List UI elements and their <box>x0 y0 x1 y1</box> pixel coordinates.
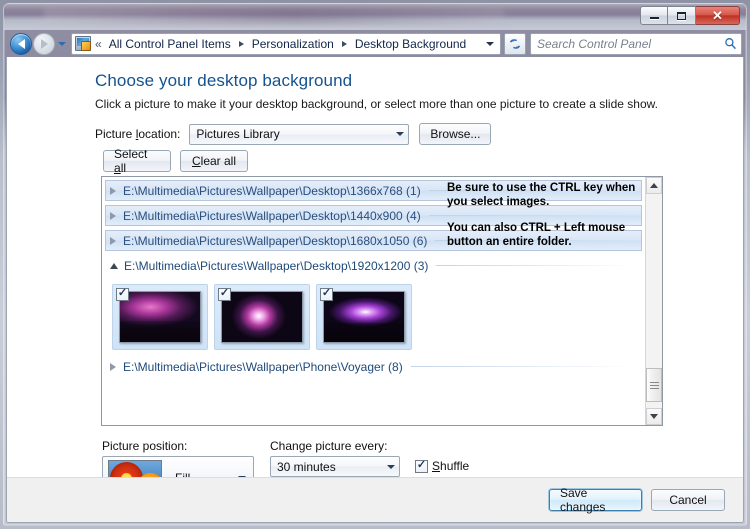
content-area: Choose your desktop background Click a p… <box>6 57 744 523</box>
control-panel-icon <box>75 36 91 51</box>
title-bar-blur-smear <box>44 8 504 24</box>
change-picture-every-label: Change picture every: <box>270 439 388 453</box>
picture-location-value: Pictures Library <box>196 127 280 141</box>
search-icon <box>725 38 736 50</box>
group-header-1920x1200[interactable]: E:\Multimedia\Pictures\Wallpaper\Desktop… <box>105 255 642 276</box>
vertical-scrollbar[interactable] <box>645 177 662 425</box>
minimize-button[interactable] <box>640 6 668 25</box>
breadcrumb-separator-icon[interactable] <box>238 40 244 47</box>
thumbnail-item[interactable] <box>112 284 208 350</box>
change-picture-every-dropdown[interactable]: 30 minutes <box>270 456 400 477</box>
thumbnail-checkbox[interactable] <box>116 288 129 301</box>
triangle-up-icon <box>650 183 658 188</box>
recent-locations-button[interactable] <box>55 33 69 55</box>
group-label: E:\Multimedia\Pictures\Wallpaper\Desktop… <box>123 183 421 198</box>
picture-position-label: Picture position: <box>102 439 188 453</box>
wallpaper-thumbnail-nebula-horizon[interactable] <box>119 291 201 343</box>
dropdown-arrow-button[interactable] <box>391 125 408 144</box>
thumbnail-item[interactable] <box>316 284 412 350</box>
scrollbar-track[interactable] <box>646 194 662 408</box>
expand-collapse-icon[interactable] <box>110 236 116 245</box>
breadcrumb-overflow-icon[interactable]: « <box>95 37 102 51</box>
page-title: Choose your desktop background <box>95 71 353 90</box>
scrollbar-thumb[interactable] <box>646 368 662 402</box>
thumbnail-item[interactable] <box>214 284 310 350</box>
expand-collapse-icon[interactable] <box>110 362 116 371</box>
annotation-line-2: You can also CTRL + Left mouse button an… <box>447 221 626 249</box>
breadcrumb-item-desktop-background[interactable]: Desktop Background <box>352 35 469 53</box>
maximize-icon <box>677 11 686 20</box>
breadcrumb: « All Control Panel Items Personalizatio… <box>94 35 482 53</box>
close-button[interactable]: ✕ <box>696 6 740 25</box>
clear-all-button[interactable]: Clear all <box>180 150 248 172</box>
back-arrow-icon <box>17 38 25 49</box>
dialog-footer: Save changes Cancel <box>7 477 743 522</box>
save-changes-label: Save changes <box>560 486 606 514</box>
triangle-down-icon <box>650 414 658 419</box>
group-label: E:\Multimedia\Pictures\Wallpaper\Desktop… <box>123 208 421 223</box>
group-label: E:\Multimedia\Pictures\Wallpaper\Phone\V… <box>123 359 403 374</box>
search-input[interactable]: Search Control Panel <box>537 37 724 51</box>
page-subtitle: Click a picture to make it your desktop … <box>95 97 658 111</box>
group-rule <box>436 265 635 266</box>
cancel-button[interactable]: Cancel <box>651 489 725 511</box>
change-picture-every-value: 30 minutes <box>277 459 336 474</box>
cancel-label: Cancel <box>669 493 707 507</box>
dropdown-arrow-button[interactable] <box>382 457 399 476</box>
chevron-down-icon <box>386 464 395 469</box>
annotation-overlay: Be sure to use the CTRL key when you sel… <box>447 181 645 250</box>
picture-list[interactable]: E:\Multimedia\Pictures\Wallpaper\Desktop… <box>101 176 663 426</box>
address-dropdown-button[interactable] <box>482 34 498 54</box>
thumbnail-grid <box>104 280 643 352</box>
back-button[interactable] <box>10 32 32 55</box>
annotation-line-1: Be sure to use the CTRL key when you sel… <box>447 182 636 209</box>
maximize-button[interactable] <box>668 6 696 25</box>
refresh-button[interactable] <box>504 32 526 55</box>
chevron-down-icon <box>395 132 404 136</box>
picture-location-row: Picture location: Pictures Library Brows… <box>95 123 492 145</box>
thumbnail-checkbox[interactable] <box>218 288 231 301</box>
refresh-icon <box>509 38 521 49</box>
picture-location-label: Picture location: <box>95 127 181 141</box>
chevron-down-icon <box>58 41 66 46</box>
group-label: E:\Multimedia\Pictures\Wallpaper\Desktop… <box>124 258 429 273</box>
window-title-bar[interactable]: ✕ <box>4 4 746 30</box>
scroll-up-button[interactable] <box>646 177 662 194</box>
group-header-voyager[interactable]: E:\Multimedia\Pictures\Wallpaper\Phone\V… <box>105 356 642 377</box>
minimize-icon <box>649 17 659 19</box>
footer-buttons: Save changes Cancel <box>549 486 725 514</box>
shuffle-label: Shuffle <box>432 459 470 473</box>
group-rule <box>410 366 635 367</box>
breadcrumb-item-all-control-panel-items[interactable]: All Control Panel Items <box>106 35 234 53</box>
expand-collapse-icon[interactable] <box>110 262 118 269</box>
browse-label: Browse... <box>430 127 481 141</box>
wallpaper-thumbnail-nebula-burst[interactable] <box>221 291 303 343</box>
shuffle-checkbox-row[interactable]: Shuffle <box>415 459 469 473</box>
desktop-background-window: ✕ « All Control Panel Items Personalizat… <box>0 0 750 529</box>
browse-button[interactable]: Browse... <box>419 123 492 145</box>
expand-collapse-icon[interactable] <box>110 211 116 220</box>
select-all-button[interactable]: Select all <box>103 147 171 175</box>
breadcrumb-item-personalization[interactable]: Personalization <box>249 35 337 53</box>
chevron-down-icon <box>486 41 494 46</box>
search-box[interactable]: Search Control Panel <box>530 32 742 55</box>
save-changes-button[interactable]: Save changes <box>549 486 642 514</box>
expand-collapse-icon[interactable] <box>110 186 116 195</box>
group-label: E:\Multimedia\Pictures\Wallpaper\Desktop… <box>123 233 428 248</box>
navigation-bar: « All Control Panel Items Personalizatio… <box>4 30 746 57</box>
close-icon: ✕ <box>712 8 723 23</box>
selection-buttons-row: Select all Clear all <box>103 147 248 175</box>
window-controls: ✕ <box>640 6 740 25</box>
scrollbar-grip-icon <box>649 381 659 389</box>
picture-location-dropdown[interactable]: Pictures Library <box>189 123 410 145</box>
picture-list-inner: E:\Multimedia\Pictures\Wallpaper\Desktop… <box>102 177 645 425</box>
thumbnail-checkbox[interactable] <box>320 288 333 301</box>
shuffle-checkbox[interactable] <box>415 459 428 473</box>
address-bar[interactable]: « All Control Panel Items Personalizatio… <box>71 32 501 55</box>
breadcrumb-separator-icon[interactable] <box>341 40 347 47</box>
scroll-down-button[interactable] <box>646 408 662 425</box>
wallpaper-thumbnail-nebula-wide[interactable] <box>323 291 405 343</box>
forward-button[interactable] <box>33 32 55 55</box>
forward-arrow-icon <box>40 38 48 49</box>
